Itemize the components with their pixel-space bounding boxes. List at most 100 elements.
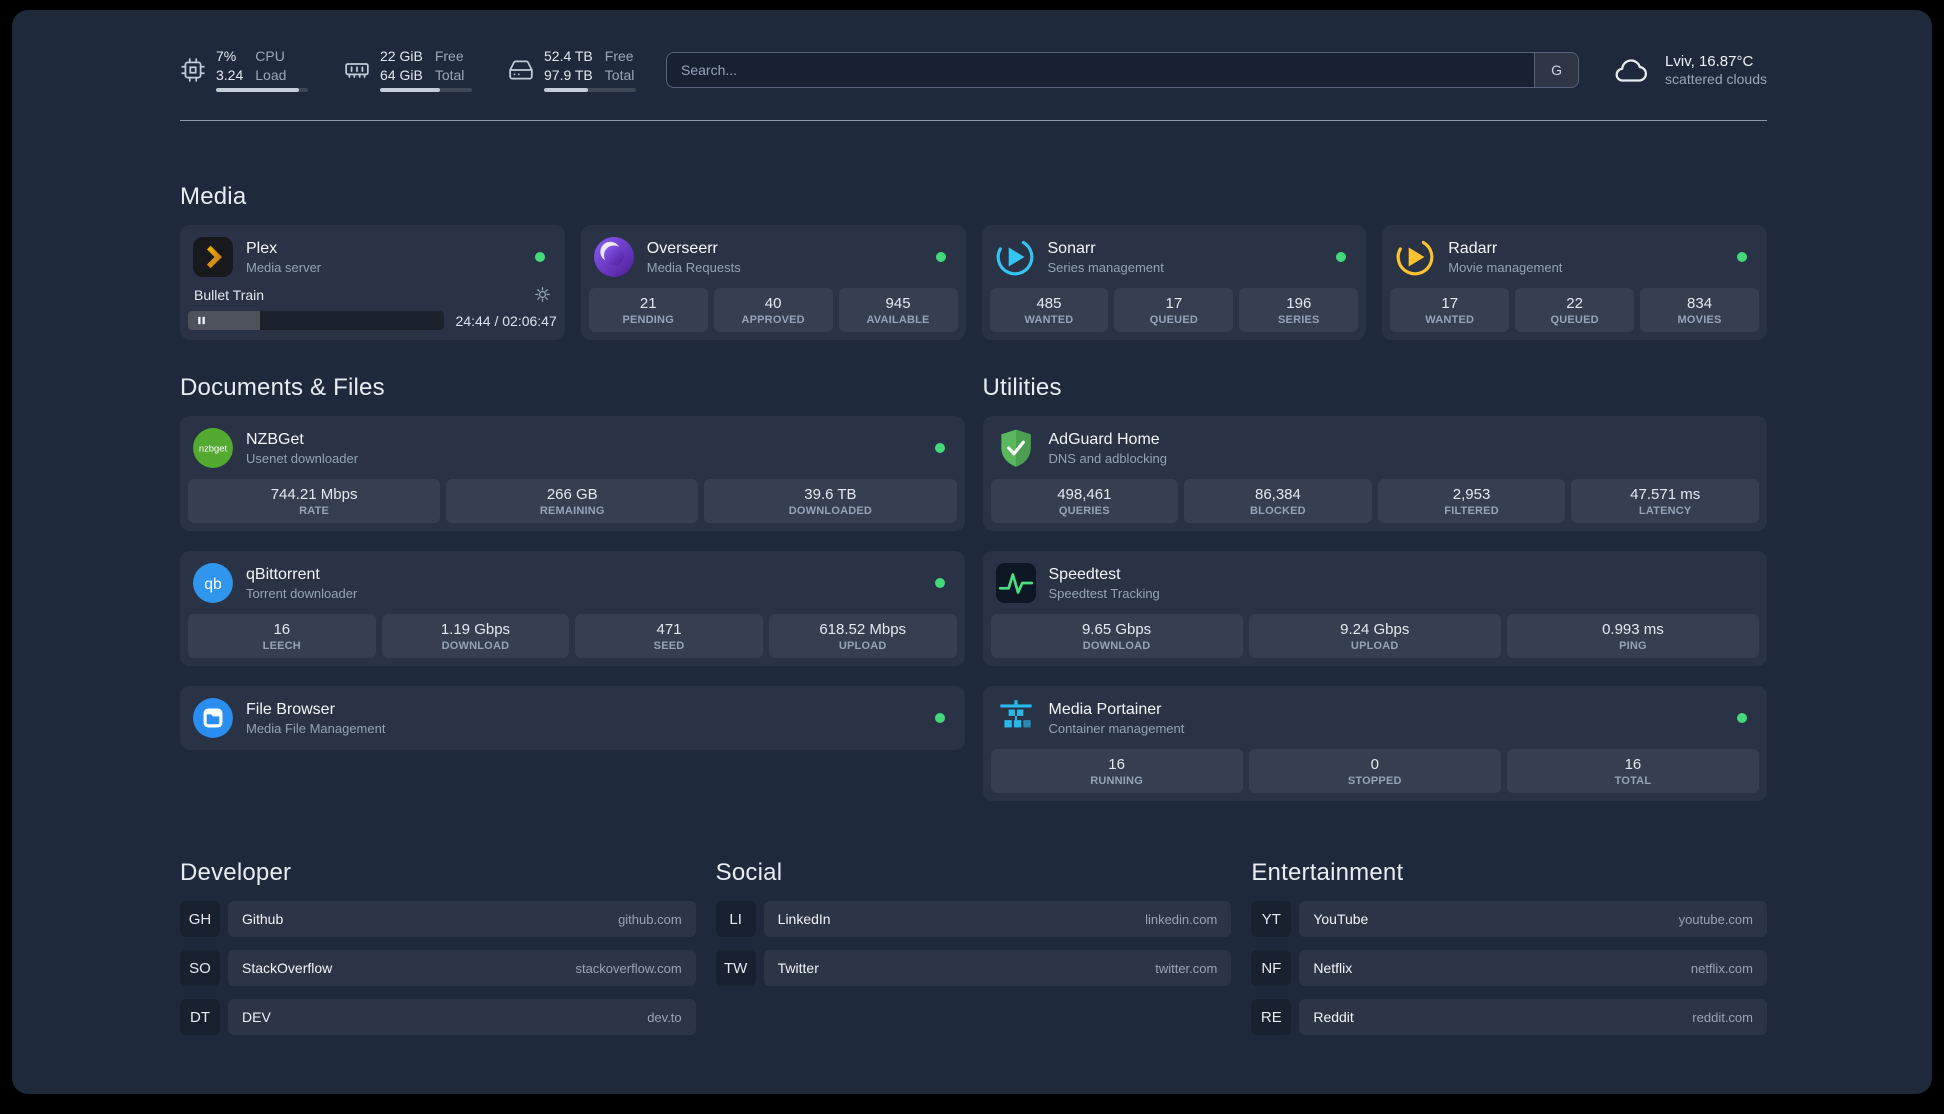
bookmark-url: netflix.com	[1690, 960, 1753, 976]
bookmark-abbr: RE	[1251, 999, 1292, 1035]
service-card-qbittorrent[interactable]: qb qBittorrent Torrent downloader 16 LEE…	[180, 551, 965, 666]
gear-icon[interactable]	[534, 286, 551, 303]
disk-icon	[508, 57, 534, 83]
bookmark-url: stackoverflow.com	[575, 960, 682, 976]
service-card-plex[interactable]: Plex Media server Bullet Train 24:44 / 0…	[180, 225, 565, 340]
bookmark-abbr: SO	[180, 950, 220, 986]
service-name: Sonarr	[1047, 239, 1096, 257]
section-title-media: Media	[180, 183, 247, 210]
service-name: Media Portainer	[1048, 700, 1162, 718]
service-card-nzbget[interactable]: nzbget NZBGet Usenet downloader 744.21 M…	[180, 416, 965, 531]
disk-widget: 52.4 TB 97.9 TB Free Total	[508, 48, 636, 92]
disk-progress-fill	[544, 88, 589, 92]
service-description: Media File Management	[246, 720, 386, 736]
service-name: Speedtest	[1048, 565, 1121, 583]
memory-total-label: Total	[434, 66, 465, 83]
bookmark-url: linkedin.com	[1145, 911, 1218, 927]
cpu-load-value: 3.24	[216, 66, 244, 83]
stat-wanted: 17 WANTED	[1390, 288, 1510, 332]
search-provider-button[interactable]: G	[1534, 53, 1579, 87]
pause-icon[interactable]	[188, 311, 214, 330]
stat-downloaded: 39.6 TB DOWNLOADED	[704, 479, 957, 523]
cpu-usage-label: CPU	[255, 48, 285, 64]
service-description: Container management	[1048, 720, 1185, 736]
bookmark-url: twitter.com	[1155, 960, 1218, 976]
stat-latency: 47.571 ms LATENCY	[1571, 479, 1759, 523]
status-dot	[934, 443, 945, 453]
bookmark-url: dev.to	[647, 1009, 682, 1025]
weather-location: Lviv, 16.87°C	[1665, 53, 1754, 70]
section-documents: Documents & Files nzbget NZBGet Usenet d…	[180, 374, 965, 801]
service-card-speedtest[interactable]: Speedtest Speedtest Tracking 9.65 Gbps D…	[982, 551, 1767, 666]
stat-queued: 17 QUEUED	[1114, 288, 1234, 332]
bookmark-stackoverflow[interactable]: SO StackOverflow stackoverflow.com	[180, 950, 696, 986]
memory-icon	[344, 57, 370, 83]
bookmark-name: LinkedIn	[777, 911, 831, 927]
service-name: File Browser	[246, 700, 335, 718]
service-name: Plex	[246, 239, 278, 257]
bookmark-reddit[interactable]: RE Reddit reddit.com	[1251, 999, 1767, 1035]
bookmark-twitter[interactable]: TW Twitter twitter.com	[715, 950, 1232, 986]
bookmark-abbr: GH	[180, 901, 220, 937]
bookmark-dev[interactable]: DT DEV dev.to	[180, 999, 696, 1035]
bookmark-github[interactable]: GH Github github.com	[180, 901, 696, 937]
cpu-progress-bar	[216, 88, 308, 92]
disk-free-value: 52.4 TB	[544, 48, 593, 64]
stat-pending: 21 PENDING	[588, 288, 708, 332]
search-input[interactable]	[667, 53, 1535, 87]
status-dot	[935, 252, 946, 262]
memory-total-value: 64 GiB	[380, 66, 423, 83]
top-bar: 7% 3.24 CPU Load 22 GiB 64 GiB Free Tota…	[180, 48, 1767, 92]
disk-total-label: Total	[604, 66, 635, 83]
weather-condition: scattered clouds	[1665, 71, 1767, 87]
stat-series: 196 SERIES	[1239, 288, 1359, 332]
cpu-progress-fill	[216, 88, 299, 92]
cpu-usage-value: 7%	[216, 48, 237, 64]
status-dot	[934, 713, 945, 723]
bookmark-name: Github	[242, 911, 284, 927]
bookmark-name: Twitter	[777, 960, 819, 976]
service-card-filebrowser[interactable]: File Browser Media File Management	[180, 686, 965, 750]
sonarr-icon	[994, 236, 1036, 278]
service-card-adguard[interactable]: AdGuard Home DNS and adblocking 498,461 …	[982, 416, 1767, 531]
stat-rate: 744.21 Mbps RATE	[188, 479, 441, 523]
filebrowser-icon	[192, 697, 234, 739]
stat-available: 945 AVAILABLE	[838, 288, 958, 332]
stat-movies: 834 MOVIES	[1640, 288, 1760, 332]
stat-upload: 9.24 Gbps UPLOAD	[1248, 614, 1501, 658]
service-card-sonarr[interactable]: Sonarr Series management 485 WANTED 17 Q…	[981, 225, 1367, 340]
weather-widget: Lviv, 16.87°C scattered clouds	[1609, 52, 1767, 88]
service-card-portainer[interactable]: Media Portainer Container management 16 …	[982, 686, 1767, 801]
disk-total-value: 97.9 TB	[544, 66, 593, 83]
bookmark-abbr: NF	[1251, 950, 1292, 986]
bookmark-linkedin[interactable]: LI LinkedIn linkedin.com	[715, 901, 1232, 937]
memory-progress-bar	[380, 88, 472, 92]
service-card-radarr[interactable]: Radarr Movie management 17 WANTED 22 QUE…	[1382, 225, 1767, 340]
bookmark-youtube[interactable]: YT YouTube youtube.com	[1251, 901, 1767, 937]
bookmark-netflix[interactable]: NF Netflix netflix.com	[1251, 950, 1767, 986]
bookmark-group-title: Entertainment	[1251, 859, 1404, 886]
playback-progress-bar[interactable]	[188, 311, 444, 330]
bookmark-group-entertainment: Entertainment YT YouTube youtube.com NF …	[1251, 859, 1767, 1035]
section-media: Media Plex Media server Bullet Train 24:…	[180, 183, 1767, 340]
cpu-widget: 7% 3.24 CPU Load	[180, 48, 308, 92]
stat-remaining: 266 GB REMAINING	[446, 479, 699, 523]
service-description: Series management	[1047, 259, 1164, 275]
status-dot	[934, 578, 945, 588]
search-form: G	[666, 52, 1580, 88]
cloud-icon	[1609, 52, 1653, 88]
service-card-overseerr[interactable]: Overseerr Media Requests 21 PENDING 40 A…	[580, 225, 966, 340]
service-name: AdGuard Home	[1048, 430, 1160, 448]
section-utilities: Utilities AdGuard Home DNS and adblockin…	[982, 374, 1767, 801]
service-description: Movie management	[1448, 259, 1563, 275]
stat-blocked: 86,384 BLOCKED	[1184, 479, 1372, 523]
overseerr-icon	[593, 236, 635, 278]
cpu-icon	[180, 57, 206, 83]
status-dot	[534, 252, 545, 262]
service-name: Overseerr	[646, 239, 718, 257]
memory-free-label: Free	[434, 48, 464, 64]
service-name: Radarr	[1448, 239, 1498, 257]
svg-text:nzbget: nzbget	[199, 444, 228, 455]
dashboard-page: 7% 3.24 CPU Load 22 GiB 64 GiB Free Tota…	[12, 10, 1932, 1094]
stat-queries: 498,461 QUERIES	[990, 479, 1179, 523]
